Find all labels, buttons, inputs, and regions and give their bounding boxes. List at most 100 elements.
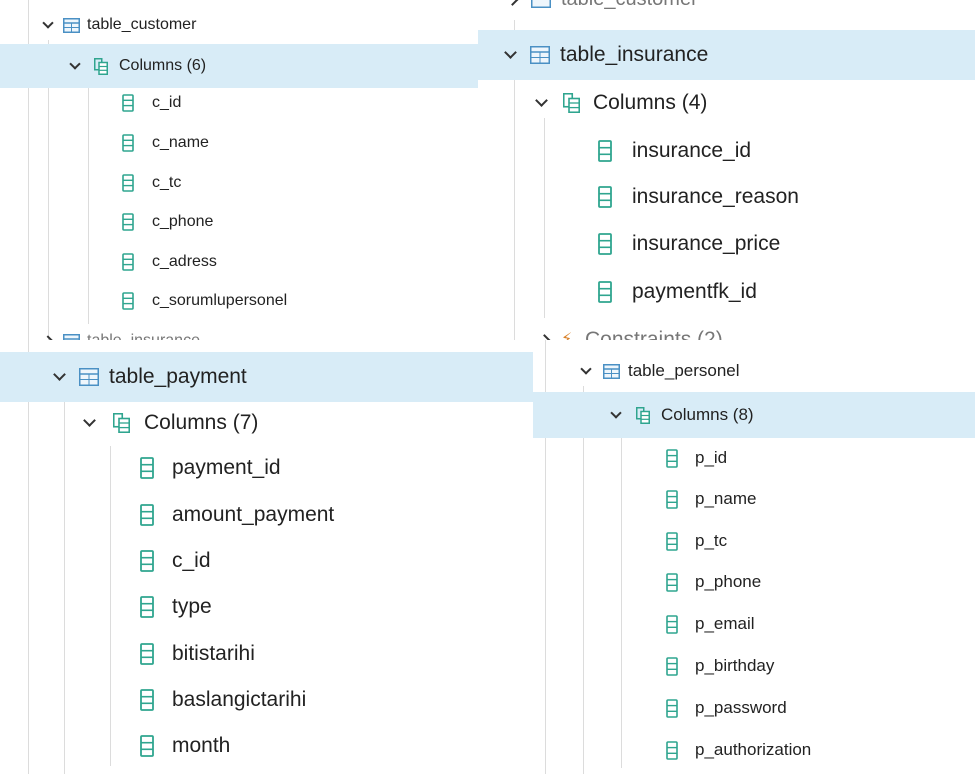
columns-icon (563, 93, 580, 113)
column-icon (140, 550, 154, 572)
column-icon (666, 572, 678, 592)
column-icon (666, 740, 678, 760)
chevron-down-icon[interactable] (610, 407, 622, 419)
column-item[interactable]: c_adress (0, 247, 478, 277)
column-label: c_adress (152, 253, 217, 270)
column-label: insurance_reason (632, 185, 799, 208)
column-label: c_id (152, 94, 182, 111)
column-icon (140, 596, 154, 618)
column-label: insurance_price (632, 232, 781, 255)
column-label: amount_payment (172, 503, 335, 526)
column-item[interactable]: insurance_reason (478, 178, 975, 216)
column-item[interactable]: p_phone (533, 566, 975, 598)
column-item[interactable]: p_birthday (533, 650, 975, 682)
column-label: p_id (695, 448, 728, 467)
column-item[interactable]: insurance_id (478, 132, 975, 170)
chevron-down-icon[interactable] (504, 46, 517, 59)
column-item[interactable]: p_authorization (533, 734, 975, 766)
tree-node-columns-group[interactable]: Columns (6) (0, 44, 478, 88)
column-icon (140, 735, 154, 757)
chevron-down-icon[interactable] (83, 414, 96, 427)
column-item[interactable]: p_tc (533, 525, 975, 557)
columns-icon (94, 57, 108, 75)
column-label: c_name (152, 134, 209, 151)
tree-node-label: table_customer (561, 0, 698, 11)
column-item[interactable]: c_name (0, 128, 478, 158)
column-item[interactable]: baslangictarihi (0, 681, 533, 719)
column-label: p_birthday (695, 656, 775, 675)
tree-node-table-insurance[interactable]: table_insurance (478, 30, 975, 80)
chevron-down-icon[interactable] (42, 17, 54, 29)
column-label: p_authorization (695, 740, 812, 759)
column-icon (598, 281, 612, 303)
column-label: c_sorumlupersonel (152, 292, 288, 309)
table-icon (63, 17, 80, 33)
column-icon (140, 643, 154, 665)
column-icon (598, 233, 612, 255)
chevron-down-icon[interactable] (69, 58, 81, 70)
column-icon (122, 213, 134, 231)
column-item[interactable]: month (0, 727, 533, 765)
column-label: c_tc (152, 174, 182, 191)
tree-node-label: Constraints (2) (585, 328, 723, 340)
constraints-icon: ⚡ (561, 331, 573, 341)
tree-node-table-customer[interactable]: table_customer (0, 10, 478, 40)
column-label: insurance_id (632, 139, 752, 162)
tree-node-columns-group[interactable]: Columns (4) (478, 84, 975, 122)
column-item[interactable]: bitistarihi (0, 635, 533, 673)
column-item[interactable]: insurance_price (478, 225, 975, 263)
column-label: p_name (695, 489, 757, 508)
column-item[interactable]: p_email (533, 608, 975, 640)
column-item[interactable]: c_phone (0, 207, 478, 237)
column-icon (122, 253, 134, 271)
column-icon (122, 94, 134, 112)
tree-node-partial[interactable]: ⚡ Constraints (2) (478, 322, 975, 340)
column-icon (122, 174, 134, 192)
table-icon (531, 0, 551, 8)
tree-node-partial[interactable]: table_insurance (0, 326, 478, 340)
column-item[interactable]: c_id (0, 542, 533, 580)
column-label: p_email (695, 614, 755, 633)
chevron-right-icon[interactable] (506, 0, 519, 6)
column-icon (598, 186, 612, 208)
tree-node-label: table_insurance (87, 332, 200, 340)
column-label: bitistarihi (172, 642, 255, 665)
column-icon (666, 698, 678, 718)
column-label: payment_id (172, 456, 281, 479)
column-icon (666, 656, 678, 676)
column-icon (598, 140, 612, 162)
column-item[interactable]: p_password (533, 692, 975, 724)
column-label: c_id (172, 549, 211, 572)
table-icon (530, 46, 550, 64)
column-label: baslangictarihi (172, 688, 307, 711)
column-label: month (172, 734, 231, 757)
column-item[interactable]: c_id (0, 88, 478, 118)
tree-node-table-payment[interactable]: table_payment (0, 352, 533, 402)
payment-tree-panel: table_payment Columns (7) payment_id amo… (0, 340, 533, 774)
column-item[interactable]: c_sorumlupersonel (0, 286, 478, 316)
column-label: p_tc (695, 531, 728, 550)
column-item[interactable]: amount_payment (0, 496, 533, 534)
table-icon (603, 363, 620, 379)
tree-node-label: table_customer (87, 16, 197, 33)
customer-tree-panel: table_customer Columns (6) c_id c_name c… (0, 0, 478, 340)
tree-node-label: Columns (8) (661, 405, 754, 424)
tree-node-partial[interactable]: table_customer (478, 0, 975, 17)
column-item[interactable]: p_id (533, 442, 975, 474)
chevron-down-icon[interactable] (580, 363, 592, 375)
tree-node-table-personel[interactable]: table_personel (533, 356, 975, 386)
column-item[interactable]: c_tc (0, 168, 478, 198)
column-item[interactable]: payment_id (0, 449, 533, 487)
tree-node-label: Columns (4) (593, 91, 708, 114)
column-item[interactable]: p_name (533, 483, 975, 515)
column-item[interactable]: type (0, 588, 533, 626)
chevron-down-icon[interactable] (535, 94, 548, 107)
chevron-down-icon[interactable] (53, 368, 66, 381)
column-label: paymentfk_id (632, 280, 757, 303)
tree-node-columns-group[interactable]: Columns (7) (0, 404, 533, 442)
column-item[interactable]: paymentfk_id (478, 273, 975, 311)
tree-node-label: Columns (7) (144, 411, 259, 434)
tree-node-label: table_personel (628, 361, 740, 380)
column-icon (122, 134, 134, 152)
tree-node-columns-group[interactable]: Columns (8) (533, 392, 975, 438)
